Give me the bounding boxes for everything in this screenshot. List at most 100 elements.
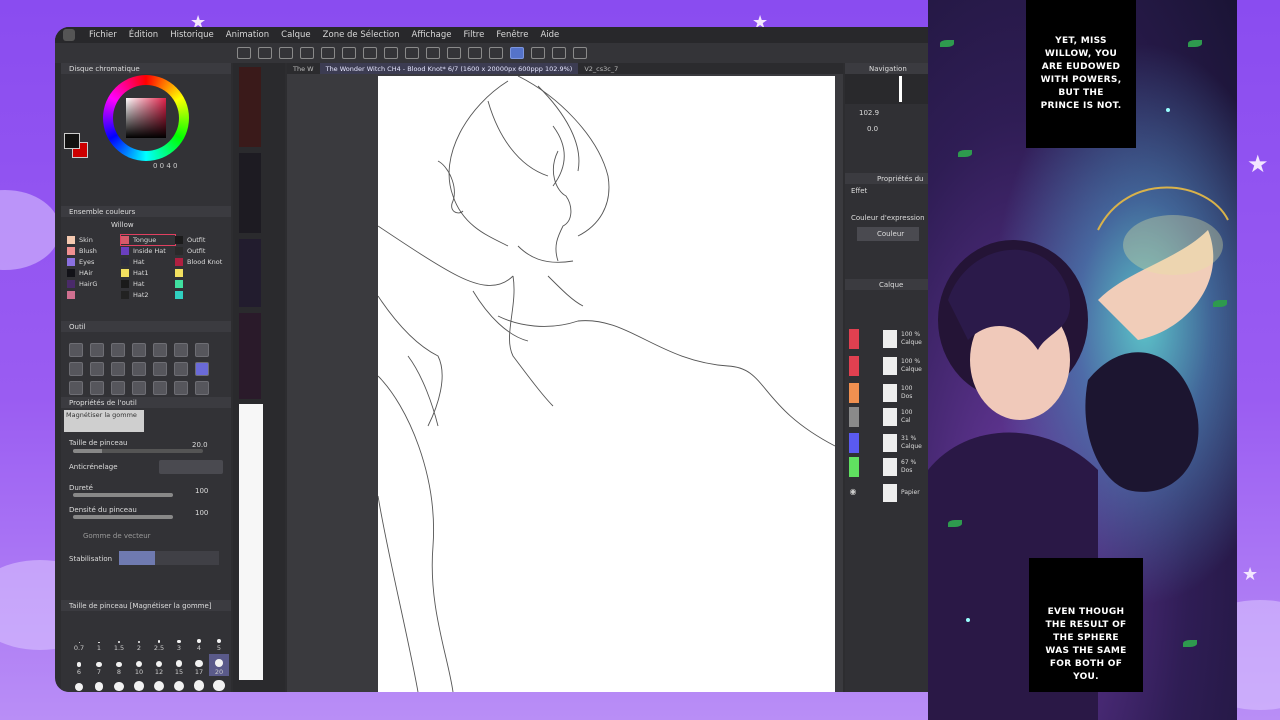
brush-size-preset[interactable]: 50 — [129, 678, 149, 692]
pen-tool-icon[interactable] — [153, 343, 167, 357]
brush-size-preset[interactable]: 1 — [89, 630, 109, 652]
palette-swatch[interactable]: Hat2 — [121, 290, 175, 300]
palette-swatch[interactable]: Outfit — [175, 246, 227, 256]
brush-size-value[interactable]: 20.0 — [192, 441, 208, 449]
palette-swatch[interactable] — [175, 279, 227, 289]
brush-size-preset[interactable]: 40 — [109, 678, 129, 692]
deselect-icon[interactable] — [426, 47, 440, 59]
brush-size-preset[interactable]: 20 — [209, 654, 229, 676]
palette-swatch[interactable]: Outfit — [175, 235, 227, 245]
main-color-swatch[interactable] — [64, 133, 80, 149]
share-icon[interactable] — [573, 47, 587, 59]
eyedropper-icon[interactable] — [111, 343, 125, 357]
brush-size-preset[interactable]: 8 — [109, 654, 129, 676]
blend-tool-icon[interactable] — [111, 362, 125, 376]
clear-icon[interactable] — [363, 47, 377, 59]
undo-icon[interactable] — [300, 47, 314, 59]
palette-swatch[interactable] — [175, 290, 227, 300]
layer-row[interactable]: ◉100 %Calque — [847, 354, 927, 378]
palette-swatch[interactable]: Hat — [121, 279, 175, 289]
line-tool-icon[interactable] — [174, 343, 188, 357]
palette-swatch[interactable]: Tongue — [120, 234, 176, 246]
star-tool-icon[interactable] — [132, 381, 146, 395]
brush-size-preset[interactable]: 60 — [149, 678, 169, 692]
brush-size-preset[interactable]: 12 — [149, 654, 169, 676]
open-file-icon[interactable] — [258, 47, 272, 59]
tab-active-doc[interactable]: The Wonder Witch CH4 - Blood Knot* 6/7 (… — [319, 63, 579, 74]
menu-filtre[interactable]: Filtre — [463, 30, 484, 40]
density-slider[interactable] — [73, 515, 173, 519]
gradient-tool-icon[interactable] — [174, 362, 188, 376]
color-set-name[interactable]: Willow — [111, 221, 134, 229]
brush-icon-3[interactable] — [111, 381, 125, 395]
current-page-strip[interactable] — [239, 404, 263, 680]
saturation-value-square[interactable] — [126, 98, 166, 138]
menu-animation[interactable]: Animation — [226, 30, 269, 40]
layer-row[interactable]: ◉ Papier — [847, 481, 927, 505]
palette-icon-1[interactable] — [69, 381, 83, 395]
rotation-value[interactable]: 0.0 — [867, 125, 878, 133]
menu-affichage[interactable]: Affichage — [412, 30, 452, 40]
page-thumbnail[interactable] — [239, 313, 261, 399]
brush-size-preset[interactable]: 7 — [89, 654, 109, 676]
new-file-icon[interactable] — [237, 47, 251, 59]
brush-size-preset[interactable]: 0.7 — [69, 630, 89, 652]
brush-size-preset[interactable]: 25 — [69, 678, 89, 692]
brush-size-preset[interactable]: 70 — [169, 678, 189, 692]
palette-swatch[interactable]: Blood Knot — [175, 257, 227, 267]
palette-swatch[interactable]: Hat1 — [121, 268, 175, 278]
ruler-icon[interactable] — [468, 47, 482, 59]
pen-icon[interactable] — [489, 47, 503, 59]
text-tool-icon[interactable] — [69, 362, 83, 376]
navigation-preview[interactable] — [845, 74, 928, 104]
tab-v2-doc[interactable]: V2_cs3c_7 — [578, 63, 624, 74]
pattern-tool-icon[interactable] — [195, 381, 209, 395]
brush-size-preset[interactable]: 80 — [189, 678, 209, 692]
brush-size-preset[interactable]: 1.5 — [109, 630, 129, 652]
menu-fenetre[interactable]: Fenêtre — [496, 30, 528, 40]
vector-eraser-label[interactable]: Gomme de vecteur — [83, 532, 151, 540]
density-value[interactable]: 100 — [195, 509, 208, 517]
brush-size-preset[interactable]: 30 — [89, 678, 109, 692]
brush-size-preset[interactable]: 6 — [69, 654, 89, 676]
save-icon[interactable] — [279, 47, 293, 59]
brush-size-preset[interactable]: 5 — [209, 630, 229, 652]
page-thumbnail[interactable] — [239, 239, 261, 307]
heart-tool-icon[interactable] — [153, 381, 167, 395]
eye-icon[interactable]: ◉ — [847, 487, 859, 499]
palette-swatch[interactable]: HairG — [67, 279, 121, 289]
hardness-value[interactable]: 100 — [195, 487, 208, 495]
brush-size-preset[interactable]: 17 — [189, 654, 209, 676]
lasso-tool-icon[interactable] — [69, 343, 83, 357]
brush-size-slider[interactable] — [73, 449, 203, 453]
hardness-slider[interactable] — [73, 493, 173, 497]
palette-swatch[interactable]: Blush — [67, 246, 121, 256]
page-thumbnail[interactable] — [239, 153, 261, 233]
palette-swatch[interactable] — [175, 268, 227, 278]
shape-tool-icon[interactable] — [195, 343, 209, 357]
brush-tool-icon[interactable] — [90, 362, 104, 376]
layer-row[interactable]: ◉67 %Dos — [847, 455, 927, 479]
palette-swatch[interactable]: HAir — [67, 268, 121, 278]
menu-fichier[interactable]: Fichier — [89, 30, 117, 40]
layer-row[interactable]: ◉100 %Calque — [847, 327, 927, 351]
tab-other-doc[interactable]: The W — [287, 63, 320, 74]
layer-row[interactable]: ◉100Dos — [847, 381, 927, 405]
palette-swatch[interactable]: Eyes — [67, 257, 121, 267]
drawing-canvas[interactable] — [378, 76, 835, 692]
menu-historique[interactable]: Historique — [170, 30, 214, 40]
layer-row[interactable]: ◉100Cal — [847, 405, 927, 429]
menu-aide[interactable]: Aide — [540, 30, 559, 40]
fill-icon[interactable] — [384, 47, 398, 59]
palette-swatch[interactable]: Inside Hat — [121, 246, 175, 256]
brush-icon[interactable] — [510, 47, 524, 59]
brush-size-preset[interactable]: 2 — [129, 630, 149, 652]
eraser-tool-icon[interactable] — [153, 362, 167, 376]
transform-icon[interactable] — [132, 343, 146, 357]
page-thumbnail[interactable] — [239, 67, 261, 147]
menu-edition[interactable]: Édition — [129, 30, 158, 40]
expression-color-select[interactable]: Couleur — [857, 227, 919, 241]
brush-size-preset[interactable]: 100 — [209, 678, 229, 692]
menu-zone-selection[interactable]: Zone de Sélection — [323, 30, 400, 40]
palette-swatch[interactable]: Hat — [121, 257, 175, 267]
